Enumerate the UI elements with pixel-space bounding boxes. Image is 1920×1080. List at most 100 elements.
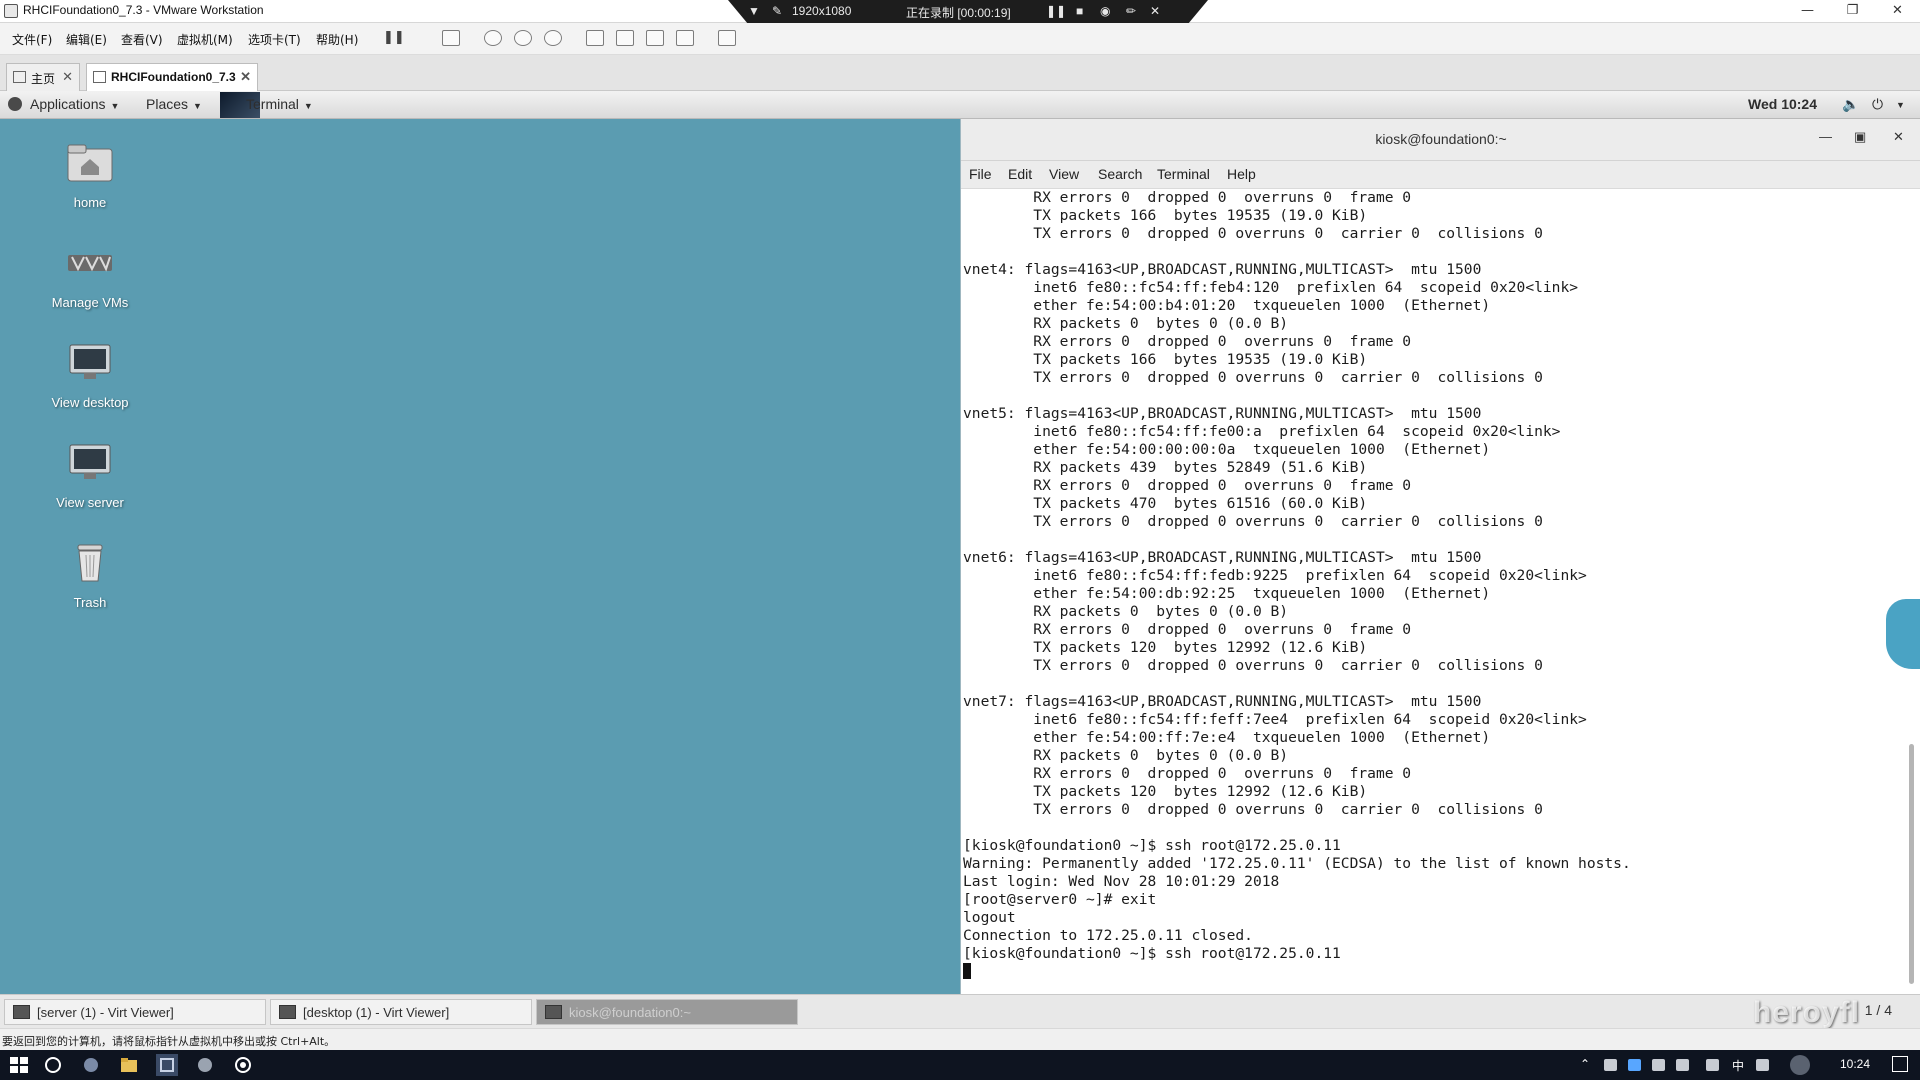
tab-rhci-foundation[interactable]: RHCIFoundation0_7.3 ✕ bbox=[86, 63, 258, 91]
monitor-icon bbox=[69, 344, 111, 379]
gnome-foot-icon bbox=[8, 97, 22, 111]
send-keys-icon[interactable] bbox=[442, 30, 460, 46]
desktop-icon-trash[interactable]: Trash bbox=[30, 541, 150, 610]
tray-chevron-icon[interactable]: ⌃ bbox=[1580, 1057, 1590, 1071]
menu-edit[interactable]: 编辑(E) bbox=[66, 31, 107, 48]
notifications-icon[interactable] bbox=[1892, 1056, 1908, 1072]
windows-start-icon[interactable] bbox=[8, 1054, 30, 1076]
library-icon[interactable] bbox=[586, 30, 604, 46]
dropdown-arrow-icon[interactable]: ▼ bbox=[748, 4, 760, 18]
pause-vm-icon[interactable]: ❚❚ bbox=[383, 30, 405, 46]
ime-settings-icon[interactable] bbox=[1756, 1059, 1769, 1071]
volume-icon[interactable]: 🔈 bbox=[1842, 96, 1859, 113]
chevron-down-icon: ▼ bbox=[303, 101, 313, 111]
pen-icon[interactable]: ✏ bbox=[1126, 4, 1136, 18]
taskbar-clock[interactable]: 10:24 bbox=[1840, 1057, 1870, 1071]
vmware-taskbar-icon[interactable] bbox=[156, 1054, 178, 1076]
pause-record-icon[interactable]: ❚❚ bbox=[1046, 4, 1066, 18]
user-badge-icon[interactable] bbox=[1790, 1055, 1810, 1075]
chevron-down-icon[interactable]: ▼ bbox=[1896, 100, 1905, 110]
desktop-icon-view-desktop[interactable]: View desktop bbox=[30, 341, 150, 410]
camera-icon[interactable]: ◉ bbox=[1100, 4, 1110, 18]
home-icon bbox=[13, 71, 26, 83]
watermark-text: heroyfl bbox=[1752, 996, 1860, 1029]
tab-home[interactable]: 主页 ✕ bbox=[6, 63, 80, 91]
revert-snapshot-icon[interactable] bbox=[514, 30, 532, 46]
tab-home-close-icon[interactable]: ✕ bbox=[62, 69, 73, 85]
window-list-item-desktop[interactable]: [desktop (1) - Virt Viewer] bbox=[270, 999, 532, 1025]
terminal-titlebar[interactable]: kiosk@foundation0:~ — ▣ ✕ bbox=[961, 119, 1920, 161]
file-explorer-icon[interactable] bbox=[118, 1054, 140, 1076]
bluetooth-icon[interactable] bbox=[1628, 1059, 1641, 1071]
menu-vm[interactable]: 虚拟机(M) bbox=[177, 31, 233, 48]
vmware-app-icon bbox=[4, 4, 18, 18]
vmware-tabbar: 主页 ✕ RHCIFoundation0_7.3 ✕ bbox=[0, 55, 1920, 91]
desktop-icon-label: Trash bbox=[73, 595, 107, 610]
vm-icon bbox=[93, 71, 106, 83]
terminal-close-button[interactable]: ✕ bbox=[1893, 129, 1904, 145]
desktop-icon-manage-vms[interactable]: Manage VMs bbox=[30, 241, 150, 310]
close-record-icon[interactable]: ✕ bbox=[1150, 4, 1160, 18]
terminal-menu-terminal[interactable]: Terminal bbox=[1157, 166, 1210, 182]
pen-tray-icon[interactable] bbox=[1706, 1059, 1719, 1071]
terminal-maximize-button[interactable]: ▣ bbox=[1854, 129, 1866, 145]
pin-icon[interactable]: ✎ bbox=[772, 4, 782, 18]
ime-indicator[interactable]: 中 bbox=[1732, 1057, 1744, 1074]
menu-help[interactable]: 帮助(H) bbox=[316, 31, 358, 48]
thumbnail-bar-icon[interactable] bbox=[616, 30, 634, 46]
applications-menu[interactable]: Applications ▼ bbox=[30, 96, 119, 112]
terminal-menu-search[interactable]: Search bbox=[1098, 166, 1142, 182]
power-icon[interactable]: ⏻ bbox=[1872, 96, 1883, 113]
close-button[interactable]: ✕ bbox=[1875, 0, 1920, 22]
recording-resolution: 1920x1080 bbox=[792, 4, 852, 18]
window-list-label: [server (1) - Virt Viewer] bbox=[37, 1005, 174, 1020]
desktop-icon-home[interactable]: home bbox=[30, 141, 150, 210]
tab-rhci-close-icon[interactable]: ✕ bbox=[240, 69, 251, 85]
window-list-label: kiosk@foundation0:~ bbox=[569, 1005, 691, 1020]
terminal-app-menu[interactable]: Terminal ▼ bbox=[246, 96, 313, 112]
volume-icon[interactable] bbox=[1676, 1059, 1689, 1071]
terminal-app-label: Terminal bbox=[246, 96, 299, 112]
terminal-menubar: File Edit View Search Terminal Help bbox=[961, 161, 1920, 189]
menu-view[interactable]: 查看(V) bbox=[121, 31, 163, 48]
console-view-icon[interactable] bbox=[718, 30, 736, 46]
terminal-minimize-button[interactable]: — bbox=[1819, 129, 1832, 144]
gnome-window-list: [server (1) - Virt Viewer] [desktop (1) … bbox=[0, 994, 1920, 1028]
window-list-item-terminal[interactable]: kiosk@foundation0:~ bbox=[536, 999, 798, 1025]
minimize-button[interactable]: — bbox=[1785, 0, 1830, 22]
snapshot-manager-icon[interactable] bbox=[544, 30, 562, 46]
browser-icon[interactable] bbox=[80, 1054, 102, 1076]
terminal-menu-help[interactable]: Help bbox=[1227, 166, 1256, 182]
menu-tabs[interactable]: 选项卡(T) bbox=[248, 31, 301, 48]
terminal-scrollbar[interactable] bbox=[1909, 744, 1914, 984]
gnome-clock[interactable]: Wed 10:24 bbox=[1748, 96, 1817, 112]
desktop-icon-label: Manage VMs bbox=[51, 295, 129, 310]
restore-button[interactable]: ❐ bbox=[1830, 0, 1875, 22]
recorder-taskbar-icon[interactable] bbox=[232, 1054, 254, 1076]
network-icon[interactable] bbox=[1652, 1059, 1665, 1071]
applications-label: Applications bbox=[30, 96, 106, 112]
window-list-item-server[interactable]: [server (1) - Virt Viewer] bbox=[4, 999, 266, 1025]
stop-record-icon[interactable]: ■ bbox=[1076, 4, 1083, 18]
terminal-menu-edit[interactable]: Edit bbox=[1008, 166, 1032, 182]
app-taskbar-icon[interactable] bbox=[194, 1054, 216, 1076]
terminal-menu-view[interactable]: View bbox=[1049, 166, 1079, 182]
menu-file[interactable]: 文件(F) bbox=[12, 31, 52, 48]
desktop-icon-view-server[interactable]: View server bbox=[30, 441, 150, 510]
terminal-window[interactable]: kiosk@foundation0:~ — ▣ ✕ File Edit View… bbox=[960, 119, 1920, 994]
workspace-indicator[interactable]: 1 / 4 bbox=[1865, 1002, 1892, 1018]
battery-icon[interactable] bbox=[1604, 1059, 1617, 1071]
full-screen-icon[interactable] bbox=[646, 30, 664, 46]
terminal-output[interactable]: RX errors 0 dropped 0 overruns 0 frame 0… bbox=[963, 189, 1903, 994]
home-folder-icon bbox=[67, 144, 113, 182]
terminal-cursor bbox=[963, 963, 971, 979]
snapshot-icon[interactable] bbox=[484, 30, 502, 46]
tab-home-label: 主页 bbox=[31, 72, 56, 86]
search-icon[interactable] bbox=[42, 1054, 64, 1076]
terminal-menu-file[interactable]: File bbox=[969, 166, 992, 182]
gnome-desktop: home Manage VMs View desktop View server… bbox=[0, 119, 960, 994]
unity-icon[interactable] bbox=[676, 30, 694, 46]
places-label: Places bbox=[146, 96, 189, 112]
places-menu[interactable]: Places ▼ bbox=[146, 96, 202, 112]
windows-taskbar: ⌃ 中 10:24 bbox=[0, 1050, 1920, 1080]
